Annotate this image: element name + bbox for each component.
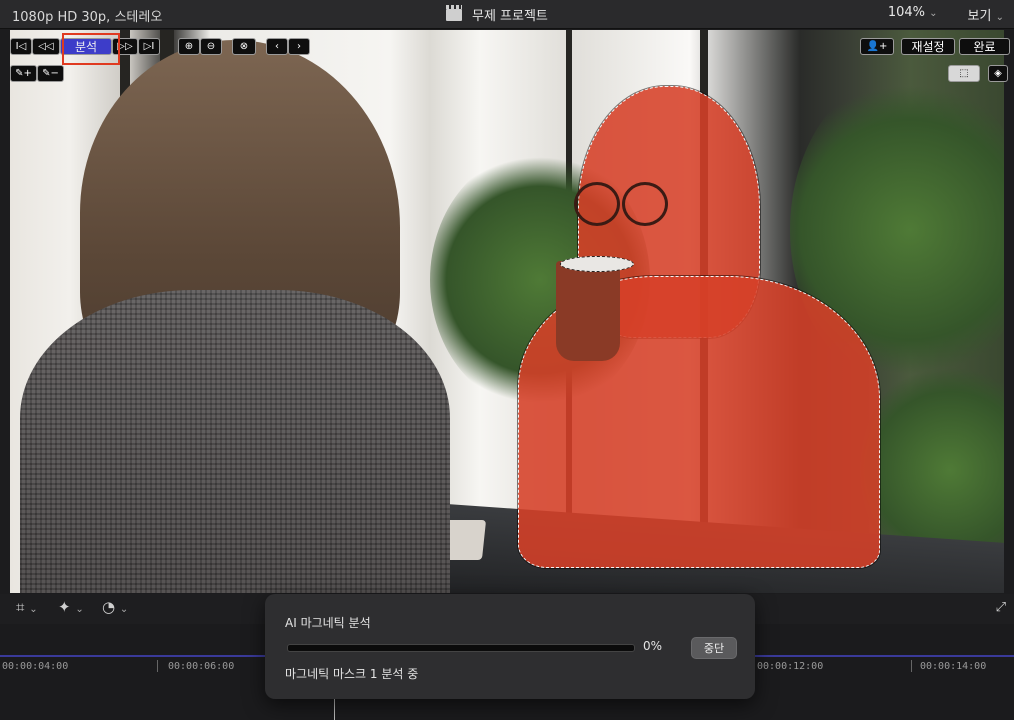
brush-tools: ✎+ ✎−: [10, 65, 64, 82]
analysis-status: 마그네틱 마스크 1 분석 중: [285, 667, 419, 681]
close-circle-icon: ⊗: [239, 41, 249, 52]
progress-bar: [287, 644, 635, 652]
rewind-icon: ◁◁: [38, 41, 54, 52]
chevron-right-icon: ›: [297, 41, 301, 52]
plus-circle-icon: ⊕: [184, 41, 194, 52]
speedometer-icon: ◔: [102, 598, 116, 616]
done-button[interactable]: 완료: [959, 38, 1010, 55]
speed-tool[interactable]: ◔ ⌄: [102, 598, 128, 616]
brush-add-button[interactable]: ✎+: [10, 65, 37, 82]
project-format: 1080p HD 30p, 스테레오: [12, 10, 163, 25]
reset-label: 재설정: [911, 40, 945, 54]
playhead[interactable]: [334, 696, 335, 720]
zoom-tools: ⊕ ⊖: [178, 38, 222, 55]
subtract-selection-button[interactable]: ⊖: [200, 38, 222, 55]
progress-percent: 0%: [643, 639, 663, 653]
dashed-rect-icon: ⬚: [959, 68, 969, 79]
zoom-value: 104%: [887, 5, 926, 20]
chevron-down-icon: ⌄: [929, 8, 938, 19]
person-foreground: [10, 30, 460, 593]
stop-button[interactable]: 중단: [691, 637, 737, 659]
done-group: 완료: [959, 38, 1010, 55]
add-selection-button[interactable]: ⊕: [178, 38, 200, 55]
highlight-box: [62, 33, 120, 65]
previous-button[interactable]: ‹: [266, 38, 288, 55]
clear-tool: ⊗: [232, 38, 256, 55]
chevron-down-icon: ⌄: [995, 12, 1004, 23]
magic-wand-icon: ✦: [58, 598, 71, 616]
chevron-down-icon: ⌄: [119, 604, 129, 615]
masked-subject[interactable]: [508, 86, 880, 568]
chevron-down-icon: ⌄: [75, 604, 84, 615]
top-bar: 1080p HD 30p, 스테레오 무제 프로젝트 104% ⌄ 보기 ⌄: [0, 0, 1014, 29]
chevron-left-icon: ‹: [275, 41, 279, 52]
done-label: 완료: [973, 40, 996, 54]
rewind-button[interactable]: ◁◁: [32, 38, 60, 55]
selection-view-button[interactable]: ⬚: [948, 65, 980, 82]
timecode: 00:00:12:00: [757, 661, 824, 672]
expand-icon: ⤢: [995, 600, 1006, 615]
clear-button[interactable]: ⊗: [232, 38, 256, 55]
crop-tool[interactable]: ⌗ ⌄: [16, 598, 38, 616]
dialog-title: AI 마그네틱 분석: [285, 616, 371, 630]
ai-analysis-dialog: AI 마그네틱 분석 0% 중단 마그네틱 마스크 1 분석 중: [265, 594, 755, 699]
project-title: 무제 프로젝트: [472, 9, 548, 24]
mask-view-button[interactable]: ◈: [988, 65, 1008, 82]
cup: [556, 261, 620, 361]
step-tools: ‹ ›: [266, 38, 310, 55]
plaid-coat: [20, 290, 450, 593]
crop-icon: ⌗: [16, 598, 25, 616]
brush-plus-icon: ✎+: [15, 68, 32, 79]
brush-subtract-button[interactable]: ✎−: [37, 65, 64, 82]
top-right-menus: 104% ⌄ 보기 ⌄: [888, 5, 1004, 24]
fullscreen-button[interactable]: ⤢: [996, 600, 1006, 615]
view-mode-tools: ⬚: [948, 65, 980, 82]
mask-icon: ◈: [994, 68, 1002, 79]
add-person-button[interactable]: 👤+: [860, 38, 894, 55]
view-menu-label: 보기: [967, 9, 992, 24]
go-to-start-button[interactable]: I◁: [10, 38, 32, 55]
glasses: [574, 182, 684, 226]
cup-rim: [560, 256, 634, 272]
right-tools: 👤+: [860, 38, 894, 55]
zoom-menu[interactable]: 104% ⌄: [888, 5, 938, 24]
stop-label: 중단: [703, 642, 725, 655]
timecode: 00:00:06:00: [168, 661, 235, 672]
video-viewer[interactable]: [10, 30, 1004, 593]
person-add-icon: 👤+: [866, 41, 888, 52]
project-title-area: 무제 프로젝트: [446, 4, 548, 24]
next-button[interactable]: ›: [288, 38, 310, 55]
timecode: 00:00:04:00: [2, 661, 69, 672]
brush-minus-icon: ✎−: [42, 68, 59, 79]
clapperboard-icon: [446, 4, 462, 21]
reset-group: 재설정: [901, 38, 955, 55]
effects-tool[interactable]: ✦ ⌄: [58, 598, 84, 616]
view-menu[interactable]: 보기 ⌄: [968, 5, 1004, 24]
skip-end-icon: ▷I: [143, 41, 155, 52]
timecode: 00:00:14:00: [920, 661, 987, 672]
go-to-end-button[interactable]: ▷I: [138, 38, 160, 55]
skip-start-icon: I◁: [15, 41, 27, 52]
mask-view-tools: ◈: [988, 65, 1008, 82]
chevron-down-icon: ⌄: [29, 604, 38, 615]
minus-circle-icon: ⊖: [206, 41, 216, 52]
reset-button[interactable]: 재설정: [901, 38, 955, 55]
